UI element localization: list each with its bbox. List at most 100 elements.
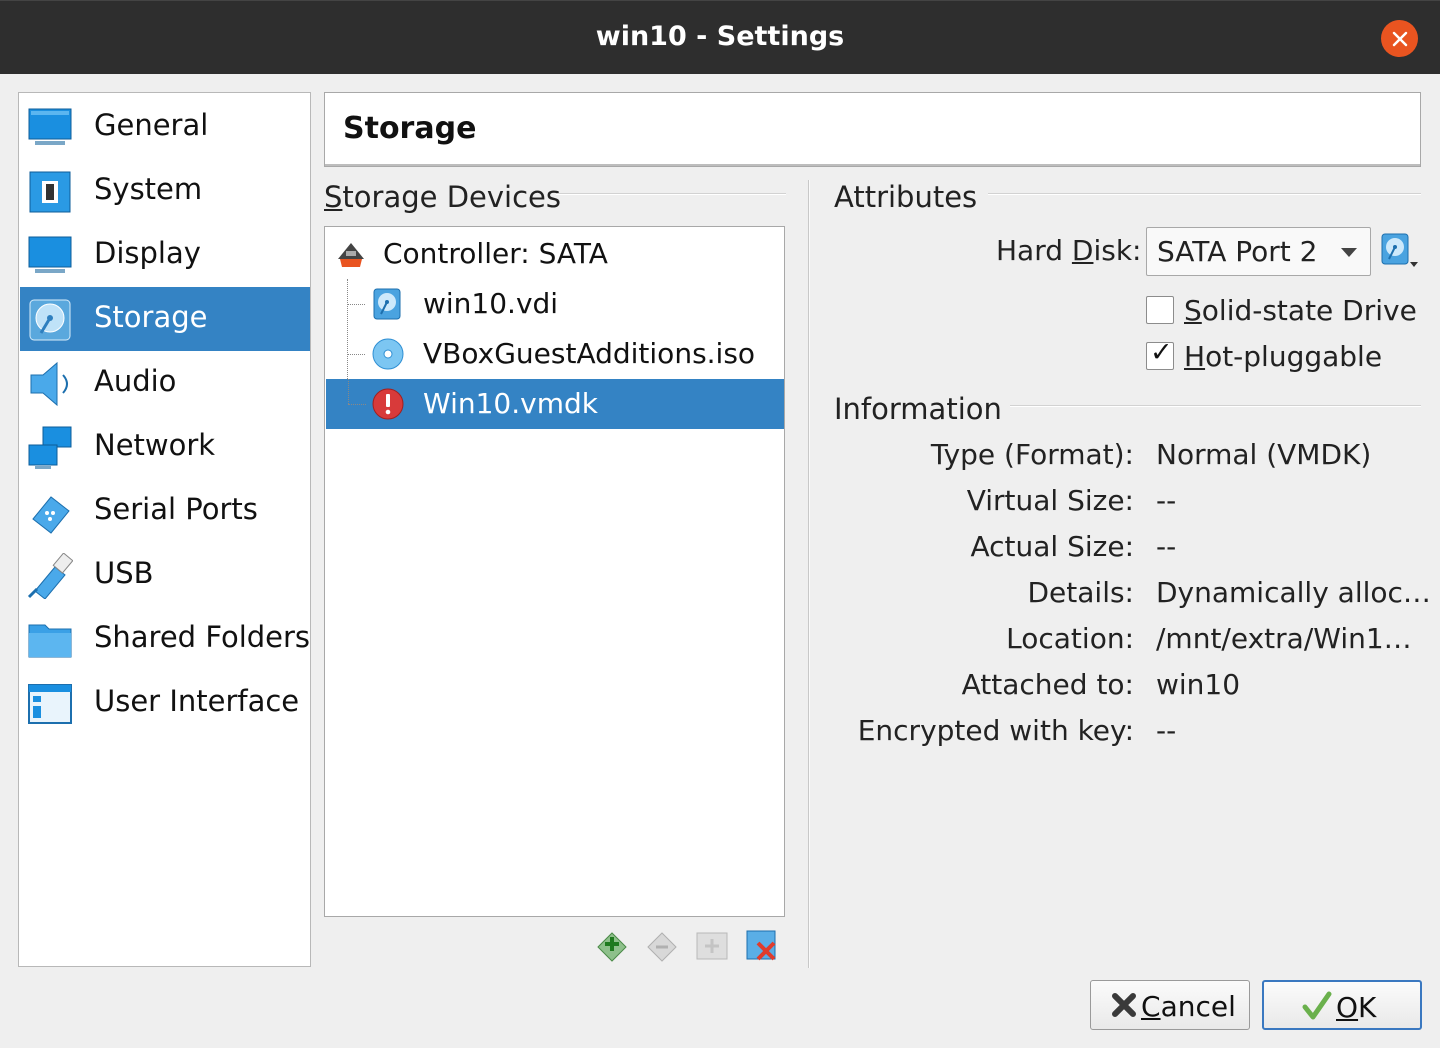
sidebar-item-usb[interactable]: USB [20,543,310,607]
sidebar-item-network[interactable]: Network [20,415,310,479]
window-icon [28,684,72,724]
page-header: Storage [324,92,1421,167]
details-label: Details: [1027,576,1134,609]
cancel-label: Cancel [1141,990,1236,1023]
divider [556,193,786,195]
solid-state-drive-label: Solid-state Drive [1184,294,1417,327]
hard-disk-select[interactable]: SATA Port 2 [1146,227,1371,276]
title-bar: win10 - Settings [0,0,1440,74]
add-attachment-button [693,926,731,964]
mnemonic: H [1184,340,1206,373]
virtual-size-label: Virtual Size: [966,484,1134,517]
attributes-heading: Attributes [834,180,978,214]
remove-attachment-icon [746,930,776,961]
encrypted-with-key-value: -- [1156,714,1177,747]
location-label: Location: [1006,622,1134,655]
mnemonic: O [1336,991,1359,1024]
type-format-label: Type (Format): [930,438,1134,471]
folder-icon [28,624,72,658]
usb-icon [27,553,73,599]
storage-tree[interactable]: Controller: SATA win10.vdi VBoxGuestAddi… [324,226,785,917]
remove-controller-icon [647,932,677,962]
sidebar-item-audio[interactable]: Audio [20,351,310,415]
tree-item-label: VBoxGuestAdditions.iso [423,337,756,370]
encrypted-with-key-label: Encrypted with key: [857,714,1134,747]
information-heading: Information [834,392,1002,426]
mnemonic: S [1184,294,1202,327]
sidebar-item-general[interactable]: General [20,95,310,159]
display-icon [28,236,72,273]
heading-text: torage Devices [342,180,561,214]
mnemonic: S [324,180,343,214]
tree-item-label: win10.vdi [423,287,559,320]
hard-disk-label: Hard Disk: [996,234,1141,267]
cancel-x-icon [1112,993,1136,1017]
hot-pluggable-checkbox[interactable]: ✓ [1146,337,1174,370]
label-text: ot-pluggable [1205,340,1383,373]
hard-disk-icon [373,288,401,320]
check-mark-icon: ✓ [1150,337,1173,368]
sidebar-item-label: Network [94,428,216,462]
tree-branch-line [348,379,349,404]
speaker-icon [30,361,68,407]
sidebar-item-label: Display [94,236,201,270]
add-controller-button[interactable] [593,926,631,964]
window-title: win10 - Settings [595,21,845,52]
close-button[interactable] [1381,20,1418,57]
sidebar-item-label: General [94,108,209,142]
sidebar-item-serial-ports[interactable]: Serial Ports [20,479,310,543]
ok-button[interactable]: OK [1262,980,1422,1030]
tree-item-win10-vdi[interactable]: win10.vdi [326,279,784,329]
actual-size-label: Actual Size: [970,530,1134,563]
disk-icon [29,299,71,341]
serial-port-icon [32,496,70,534]
label-text: ancel [1160,990,1236,1023]
sidebar-item-display[interactable]: Display [20,223,310,287]
virtual-size-value: -- [1156,484,1177,517]
attached-to-value: win10 [1156,668,1241,701]
sidebar-item-storage[interactable]: Storage [20,287,310,351]
type-format-value: Normal (VMDK) [1156,438,1372,471]
tree-item-win10-vmdk[interactable]: Win10.vmdk [326,379,784,429]
remove-attachment-button[interactable] [743,926,781,964]
close-icon [1392,31,1407,46]
divider [1010,405,1421,407]
sidebar-item-label: Audio [94,364,177,398]
ok-label: OK [1336,991,1376,1024]
sidebar-item-shared-folders[interactable]: Shared Folders [20,607,310,671]
sidebar-item-label: Storage [94,300,208,334]
hard-disk-menu-icon [1381,233,1418,267]
tree-item-vboxguestadditions-iso[interactable]: VBoxGuestAdditions.iso [326,329,784,379]
tree-item-label: Controller: SATA [383,237,608,270]
hot-pluggable-label: Hot-pluggable [1184,340,1382,373]
sidebar-item-user-interface[interactable]: User Interface [20,671,310,735]
panel-splitter[interactable] [808,180,810,968]
sidebar-item-label: User Interface [94,684,300,718]
label-text: K [1358,991,1377,1024]
details-value: Dynamically alloc… [1156,576,1431,609]
controller-icon [338,243,364,267]
label-text: olid-state Drive [1201,294,1417,327]
sidebar-item-label: Serial Ports [94,492,258,526]
add-attachment-icon [696,932,728,960]
chevron-down-icon [1341,248,1357,257]
add-controller-icon [597,932,627,962]
tree-controller-sata[interactable]: Controller: SATA [326,229,784,279]
sidebar-item-system[interactable]: System [20,159,310,223]
label-text: isk: [1093,234,1142,267]
mnemonic: D [1071,234,1094,267]
page-title: Storage [343,111,477,146]
cancel-button[interactable]: Cancel [1090,980,1250,1030]
storage-devices-heading: Storage Devices [324,180,561,214]
label-text: Hard [996,234,1072,267]
choose-disk-button[interactable] [1380,232,1420,272]
actual-size-value: -- [1156,530,1177,563]
tree-item-label: Win10.vmdk [423,387,598,420]
sidebar-item-label: Shared Folders [94,620,311,654]
chip-icon [29,171,71,213]
solid-state-drive-checkbox[interactable] [1146,296,1174,324]
divider [988,193,1421,195]
remove-controller-button [643,926,681,964]
error-icon [372,388,404,420]
attached-to-label: Attached to: [961,668,1134,701]
